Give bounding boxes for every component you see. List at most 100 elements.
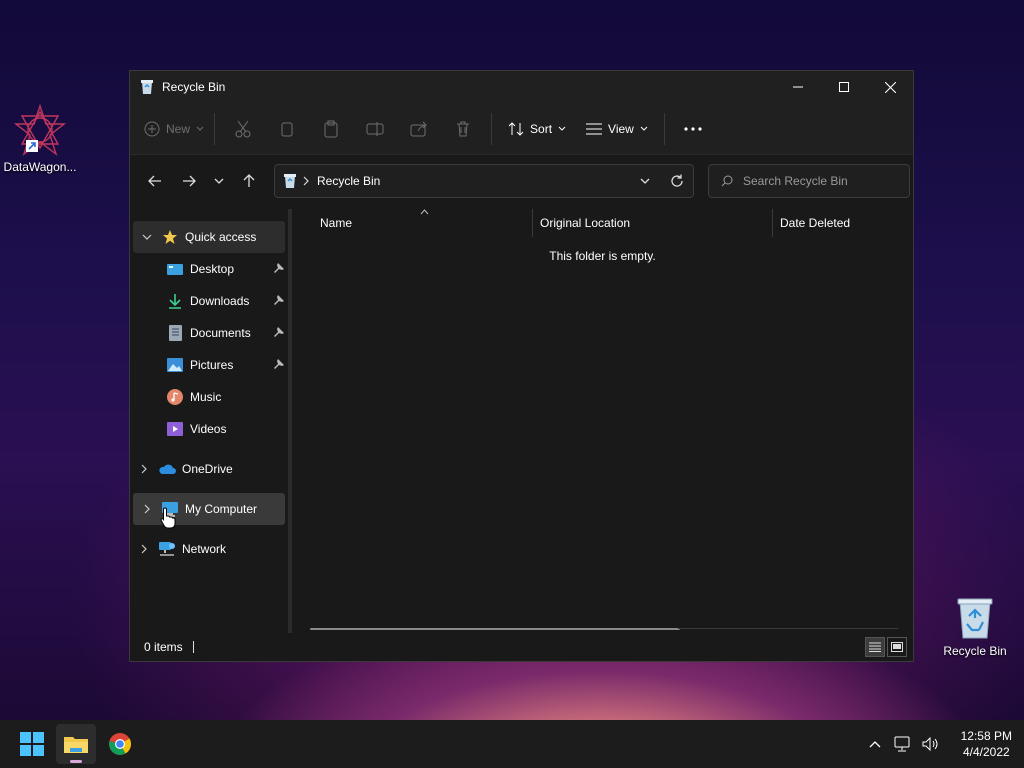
minimize-button[interactable] [775,71,821,103]
column-label: Original Location [540,216,631,230]
pin-icon[interactable] [274,359,284,369]
paste-button[interactable] [309,111,353,147]
maximize-icon [839,82,849,92]
empty-folder-message: This folder is empty. [549,249,656,263]
desktop-icon [167,263,183,275]
nav-item-downloads[interactable]: Downloads [130,285,288,317]
address-bar[interactable]: Recycle Bin [274,164,694,198]
clock-date: 4/4/2022 [962,745,1010,759]
arrow-left-icon [148,175,161,187]
videos-icon [167,422,183,436]
column-label: Date Deleted [780,216,851,230]
network-status-button[interactable] [891,732,915,756]
column-header-name[interactable]: Name [292,209,532,237]
chevron-down-icon [558,126,566,131]
chevron-down-icon[interactable] [142,234,152,240]
nav-item-pictures[interactable]: Pictures [130,349,288,381]
search-icon [721,175,733,187]
nav-onedrive[interactable]: OneDrive [130,453,288,485]
command-bar: New Sort View [130,103,913,155]
active-indicator [70,760,82,763]
forward-button[interactable] [172,166,206,196]
nav-my-computer[interactable]: My Computer [133,493,285,525]
sort-button[interactable]: Sort [498,111,576,147]
navigation-row: Recycle Bin [130,155,913,207]
view-button[interactable]: View [576,111,658,147]
pin-icon[interactable] [274,327,284,337]
nav-label: Network [182,542,227,556]
share-icon [410,121,427,136]
toolbar-separator [491,112,493,145]
rename-button[interactable] [353,111,397,147]
taskbar-file-explorer[interactable] [56,724,96,764]
close-icon [884,81,896,93]
chevron-right-icon[interactable] [141,544,147,554]
clock[interactable]: 12:58 PM 4/4/2022 [961,728,1012,760]
nav-item-videos[interactable]: Videos [130,413,288,445]
status-divider [192,641,194,653]
chevron-down-icon [196,126,204,131]
nav-network[interactable]: Network [130,533,288,565]
taskbar-chrome[interactable] [100,724,140,764]
title-bar[interactable]: Recycle Bin [130,71,913,103]
maximize-button[interactable] [821,71,867,103]
search-input[interactable] [743,174,903,188]
recent-locations-button[interactable] [206,166,232,196]
column-header-date-deleted[interactable]: Date Deleted [772,209,902,237]
chevron-down-icon [214,178,224,184]
desktop-icon-recycle-bin[interactable]: Recycle Bin [935,596,1015,658]
copy-button[interactable] [265,111,309,147]
pin-icon[interactable] [274,295,284,305]
show-hidden-icons-button[interactable] [863,732,887,756]
speaker-icon [922,737,938,751]
nav-item-music[interactable]: Music [130,381,288,413]
nav-item-desktop[interactable]: Desktop [130,253,288,285]
pin-icon[interactable] [274,263,284,273]
start-button[interactable] [12,724,52,764]
clipboard-icon [324,120,338,137]
back-button[interactable] [138,166,172,196]
new-button[interactable]: New [140,111,208,147]
horizontal-scrollbar[interactable] [310,628,680,630]
tiles-view-button[interactable] [887,637,907,657]
window-controls [775,71,913,103]
chevron-right-icon[interactable] [141,464,147,474]
rename-icon [366,121,384,136]
cut-button[interactable] [221,111,265,147]
minimize-icon [793,86,803,88]
recycle-bin-small-icon [141,80,153,94]
folder-icon [64,737,88,753]
nav-item-documents[interactable]: Documents [130,317,288,349]
hand-cursor-icon [160,507,176,529]
column-header-original-location[interactable]: Original Location [532,209,772,237]
up-button[interactable] [232,166,266,196]
details-view-icon [869,642,881,652]
arrow-right-icon [183,175,196,187]
chevron-right-icon[interactable] [144,504,150,514]
search-box[interactable] [708,164,910,198]
nav-label: Pictures [190,358,234,372]
nav-label: Documents [190,326,251,340]
desktop-icon-datawagon[interactable]: DataWagon... [0,104,80,174]
volume-button[interactable] [919,732,943,756]
refresh-icon [671,174,683,187]
chevron-up-icon [869,741,881,748]
details-view-button[interactable] [865,637,885,657]
close-button[interactable] [867,71,913,103]
delete-button[interactable] [441,111,485,147]
address-dropdown-button[interactable] [629,166,661,196]
scissors-icon [235,120,251,137]
view-button-label: View [608,121,634,136]
chevron-down-icon [640,126,648,131]
nav-label: Downloads [190,294,250,308]
more-options-button[interactable] [671,111,715,147]
share-button[interactable] [397,111,441,147]
address-path[interactable]: Recycle Bin [317,174,380,188]
refresh-button[interactable] [661,166,693,196]
nav-gap [130,485,288,493]
star-icon [163,230,177,244]
chrome-icon [109,733,131,755]
nav-quick-access[interactable]: Quick access [133,221,285,253]
scrollbar-track [678,628,898,629]
nav-gap [130,445,288,453]
